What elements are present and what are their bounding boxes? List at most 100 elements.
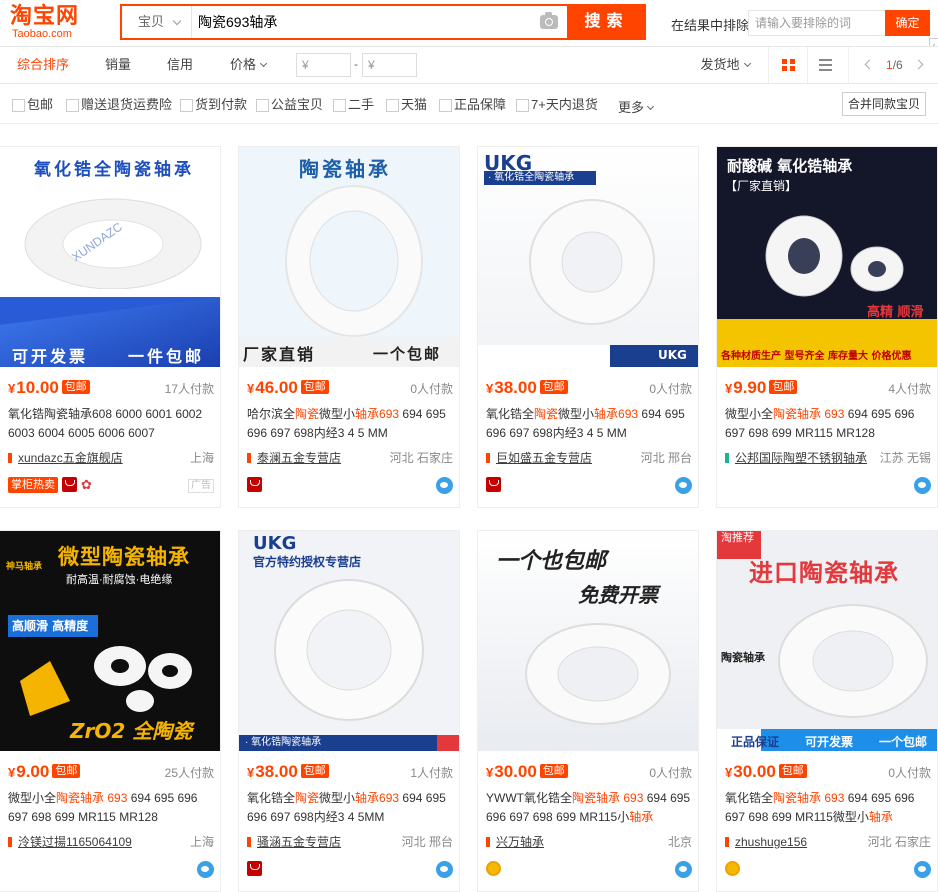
shop-link[interactable]: 泰澜五金专营店 (257, 449, 341, 467)
product-title[interactable]: 氧化锆全陶瓷微型小轴承693 694 695 696 697 698内经3 4 … (486, 405, 692, 443)
product-card[interactable]: 耐酸碱 氧化锆轴承 【厂家直销】 高精 顺滑 各种材质生产 型号齐全 库存量大 … (716, 146, 938, 508)
product-card[interactable]: 一个也包邮 免费开票 ¥30.00 包邮 0人付款 YWWT氧化锆全陶瓷轴承 69… (477, 530, 699, 892)
filter-free-shipping[interactable]: 包邮 (12, 97, 53, 113)
filter-charity[interactable]: 公益宝贝 (256, 97, 323, 113)
exclude-label: 在结果中排除 (671, 18, 750, 33)
title-highlight: 轴承 (868, 810, 893, 824)
grid-view-button[interactable] (768, 47, 808, 83)
hot-seller-badge[interactable]: 掌柜热卖 (8, 477, 58, 493)
exclude-confirm-button[interactable]: 确定 (885, 10, 930, 36)
shop-link[interactable]: 公邦国际陶塑不锈钢轴承 (735, 449, 867, 467)
ship-from-dropdown[interactable]: 发货地 (690, 47, 760, 83)
tmall-icon[interactable] (247, 477, 262, 492)
shop-link[interactable]: zhushuge156 (735, 833, 807, 851)
wangwang-chat-icon[interactable] (197, 861, 214, 878)
wangwang-chat-icon[interactable] (436, 477, 453, 494)
tab-price[interactable]: 价格 (218, 47, 278, 83)
currency: ¥ (8, 765, 16, 780)
filter-more[interactable]: 更多 (618, 97, 655, 116)
wangwang-chat-icon[interactable] (436, 861, 453, 878)
camera-icon[interactable] (540, 12, 558, 29)
product-title[interactable]: 微型小全陶瓷轴承 693 694 695 696 697 698 699 MR1… (725, 405, 931, 443)
product-title[interactable]: 微型小全陶瓷轴承 693 694 695 696 697 698 699 MR1… (8, 789, 214, 827)
tab-credit[interactable]: 信用 (150, 47, 210, 83)
shop-link[interactable]: 巨如盛五金专营店 (496, 449, 592, 467)
product-image[interactable]: 耐酸碱 氧化锆轴承 【厂家直销】 高精 顺滑 各种材质生产 型号齐全 库存量大 … (717, 147, 937, 367)
wangwang-chat-icon[interactable] (914, 861, 931, 878)
wangwang-chat-icon[interactable] (914, 477, 931, 494)
free-shipping-tag: 包邮 (300, 380, 329, 394)
product-card[interactable]: 陶瓷轴承 厂家直销 一个包邮 ¥46.00 包邮 0人付款 哈尔滨全陶瓷微型小轴承… (238, 146, 460, 508)
product-card[interactable]: 氧化锆全陶瓷轴承 XUNDAZC 可开发票 一件包邮 ¥10.00 包邮 17人付… (0, 146, 221, 508)
exclude-input[interactable]: 请输入要排除的词 (748, 10, 886, 36)
ad-label: 广告 (188, 479, 214, 493)
location: 河北 石家庄 (389, 451, 453, 465)
filter-return-insurance[interactable]: 赠送退货运费险 (66, 97, 172, 113)
shop-link[interactable]: 骚涵五金专营店 (257, 833, 341, 851)
search-scope-select[interactable]: 宝贝 (122, 6, 192, 38)
title-highlight: 693 (623, 791, 644, 805)
product-title[interactable]: 哈尔滨全陶瓷微型小轴承693 694 695 696 697 698内经3 4 … (247, 405, 453, 443)
shop-icon (8, 837, 12, 847)
search-input[interactable]: 陶瓷693轴承 (194, 6, 524, 38)
price-row: ¥38.00 包邮 0人付款 (486, 377, 692, 399)
product-title[interactable]: YWWT氧化锆全陶瓷轴承 693 694 695 696 697 698 699… (486, 789, 692, 827)
product-image[interactable]: 氧化锆全陶瓷轴承 XUNDAZC 可开发票 一件包邮 (0, 147, 220, 367)
product-card[interactable]: 神马轴承 微型陶瓷轴承 耐高温·耐腐蚀·电绝缘 高顺滑 高精度 ZrO2 全陶瓷… (0, 530, 221, 892)
bearing-image (765, 215, 904, 297)
product-title[interactable]: 氧化锆全陶瓷轴承 693 694 695 696 697 698 699 MR1… (725, 789, 931, 827)
shop-link[interactable]: 泠镁过揚1165064109 (18, 833, 132, 851)
title-highlight: 陶瓷轴承 (56, 791, 105, 805)
filter-7day-return[interactable]: 7+天内退货 (516, 97, 598, 113)
taobao-logo[interactable]: 淘宝网 Taobao.com (10, 4, 110, 42)
price-min-input[interactable]: ¥ (296, 53, 351, 77)
product-card[interactable]: UKG · 氧化锆全陶瓷轴承 UKG ¥38.00 包邮 0人付款 氧化锆全陶瓷微… (477, 146, 699, 508)
merge-same-button[interactable]: 合并同款宝贝 (842, 92, 926, 116)
wangwang-chat-icon[interactable] (675, 861, 692, 878)
product-image[interactable]: 神马轴承 微型陶瓷轴承 耐高温·耐腐蚀·电绝缘 高顺滑 高精度 ZrO2 全陶瓷 (0, 531, 220, 751)
next-page-icon[interactable] (913, 59, 924, 70)
shop-link[interactable]: 兴万轴承 (496, 833, 544, 851)
product-card[interactable]: 淘推荐 进口陶瓷轴承 陶瓷轴承 正品保证 可开发票 一个包邮 ¥30.00 包邮 … (716, 530, 938, 892)
filter-secondhand[interactable]: 二手 (333, 97, 374, 113)
price-row: ¥9.00 包邮 25人付款 (8, 761, 214, 783)
product-image[interactable]: 一个也包邮 免费开票 (478, 531, 698, 751)
title-text: YWWT氧化锆全 (486, 791, 572, 805)
total-pages: /6 (892, 58, 903, 72)
flower-icon[interactable]: ✿ (81, 477, 96, 492)
title-highlight: 693 (824, 791, 845, 805)
price-max-input[interactable]: ¥ (362, 53, 417, 77)
product-price: ¥46.00 (247, 378, 298, 397)
gold-seller-icon[interactable] (486, 861, 501, 876)
wangwang-chat-icon[interactable] (675, 477, 692, 494)
filter-tmall[interactable]: 天猫 (386, 97, 427, 113)
grid-icon (790, 59, 795, 64)
shop-link[interactable]: xundazc五金旗舰店 (18, 449, 123, 467)
tab-default-sort[interactable]: 综合排序 (8, 47, 78, 83)
product-card[interactable]: UKG 官方特约授权专营店 · 氧化锆陶瓷轴承 ¥38.00 包邮 1人付款 氧化… (238, 530, 460, 892)
title-text: 氧化锆陶瓷轴承608 6000 6001 6002 6003 6004 6005… (8, 407, 203, 440)
tmall-icon[interactable] (486, 477, 501, 492)
title-highlight: 陶瓷 (295, 407, 320, 421)
product-image[interactable]: 淘推荐 进口陶瓷轴承 陶瓷轴承 正品保证 可开发票 一个包邮 (717, 531, 937, 751)
currency: ¥ (486, 765, 494, 780)
prev-page-icon[interactable] (864, 59, 875, 70)
product-title[interactable]: 氧化锆全陶瓷微型小轴承693 694 695 696 697 698内经3 4 … (247, 789, 453, 827)
product-image[interactable]: 陶瓷轴承 厂家直销 一个包邮 (239, 147, 459, 367)
list-view-icon[interactable] (819, 59, 832, 71)
sales-count: 17人付款 (164, 382, 214, 396)
image-caption-left: 可开发票 (12, 347, 89, 366)
product-title[interactable]: 氧化锆陶瓷轴承608 6000 6001 6002 6003 6004 6005… (8, 405, 214, 443)
gold-seller-icon[interactable] (725, 861, 740, 876)
filter-cod[interactable]: 货到付款 (180, 97, 247, 113)
product-image[interactable]: UKG · 氧化锆全陶瓷轴承 UKG (478, 147, 698, 367)
product-image[interactable]: UKG 官方特约授权专营店 · 氧化锆陶瓷轴承 (239, 531, 459, 751)
filter-genuine[interactable]: 正品保障 (439, 97, 506, 113)
icon-row (8, 861, 214, 879)
tmall-icon[interactable] (62, 477, 77, 492)
tmall-icon[interactable] (247, 861, 262, 876)
title-text: 微型小全 (725, 407, 774, 421)
search-button[interactable]: 搜索 (567, 4, 646, 40)
free-shipping-tag: 包邮 (769, 380, 798, 394)
tab-sales[interactable]: 销量 (88, 47, 148, 83)
